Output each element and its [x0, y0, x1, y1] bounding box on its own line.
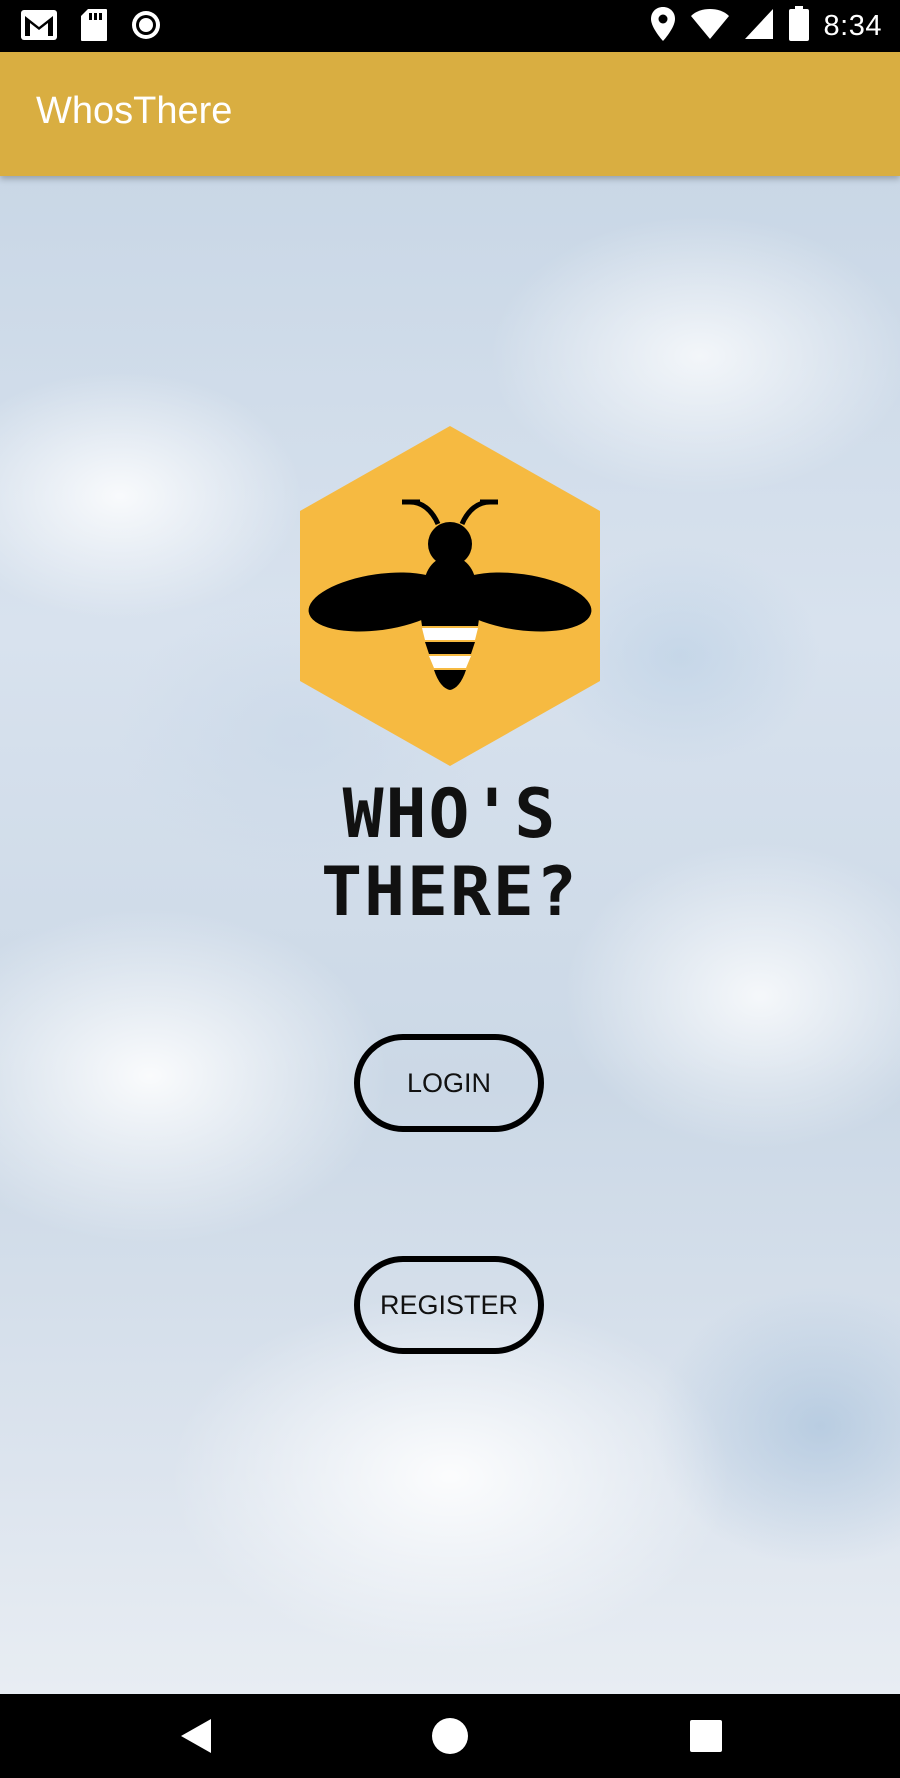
app-bar: WhosThere — [0, 52, 900, 176]
app-title: WhosThere — [36, 90, 233, 132]
wifi-icon — [690, 8, 730, 45]
screen: 8:34 WhosThere WHO'S THERE? LOGIN REGIST… — [0, 0, 900, 1778]
navigation-bar — [0, 1694, 900, 1778]
battery-icon — [788, 6, 810, 47]
app-logo: WHO'S THERE? — [270, 426, 630, 932]
login-button[interactable]: LOGIN — [354, 1034, 544, 1132]
register-button[interactable]: REGISTER — [354, 1256, 544, 1354]
logo-wordmark: WHO'S THERE? — [270, 776, 630, 932]
back-icon[interactable] — [176, 1716, 216, 1756]
content-area: WHO'S THERE? LOGIN REGISTER — [0, 176, 900, 1694]
sd-card-icon — [80, 8, 108, 47]
gmail-icon — [20, 9, 58, 46]
location-icon — [650, 6, 676, 47]
record-icon — [130, 9, 162, 46]
logo-text-line1: WHO'S — [342, 775, 558, 854]
home-icon[interactable] — [430, 1716, 470, 1756]
status-time: 8:34 — [823, 10, 882, 42]
signal-icon — [744, 8, 774, 45]
recents-icon[interactable] — [686, 1716, 726, 1756]
status-right-icons: 8:34 — [650, 6, 882, 47]
logo-text-line2: THERE? — [321, 853, 579, 932]
bee-hexagon-icon — [300, 426, 600, 766]
status-left-icons — [20, 8, 162, 47]
status-bar: 8:34 — [0, 0, 900, 52]
